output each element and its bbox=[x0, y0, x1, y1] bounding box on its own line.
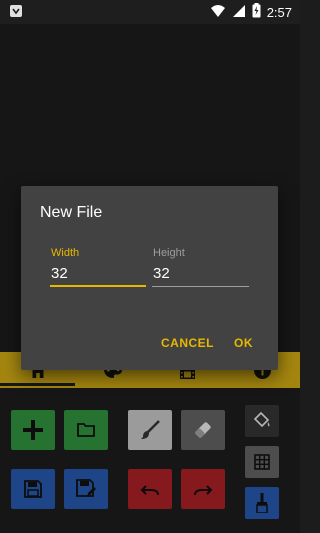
width-underline bbox=[50, 285, 146, 287]
android-notification-icon bbox=[8, 3, 24, 24]
width-input[interactable] bbox=[51, 265, 145, 282]
height-label: Height bbox=[153, 247, 185, 259]
ok-button[interactable]: OK bbox=[234, 336, 253, 350]
status-bar: 2:57 bbox=[0, 0, 300, 24]
cancel-button[interactable]: CANCEL bbox=[161, 336, 214, 350]
height-input[interactable] bbox=[153, 265, 247, 282]
height-underline bbox=[152, 286, 249, 287]
width-label: Width bbox=[51, 247, 80, 259]
status-time: 2:57 bbox=[266, 4, 292, 20]
new-file-dialog: New File Width Height CANCEL OK bbox=[21, 186, 278, 370]
wifi-icon bbox=[210, 4, 226, 21]
dialog-title: New File bbox=[40, 204, 103, 221]
cell-signal-icon bbox=[232, 4, 246, 21]
battery-charging-icon bbox=[252, 3, 261, 21]
